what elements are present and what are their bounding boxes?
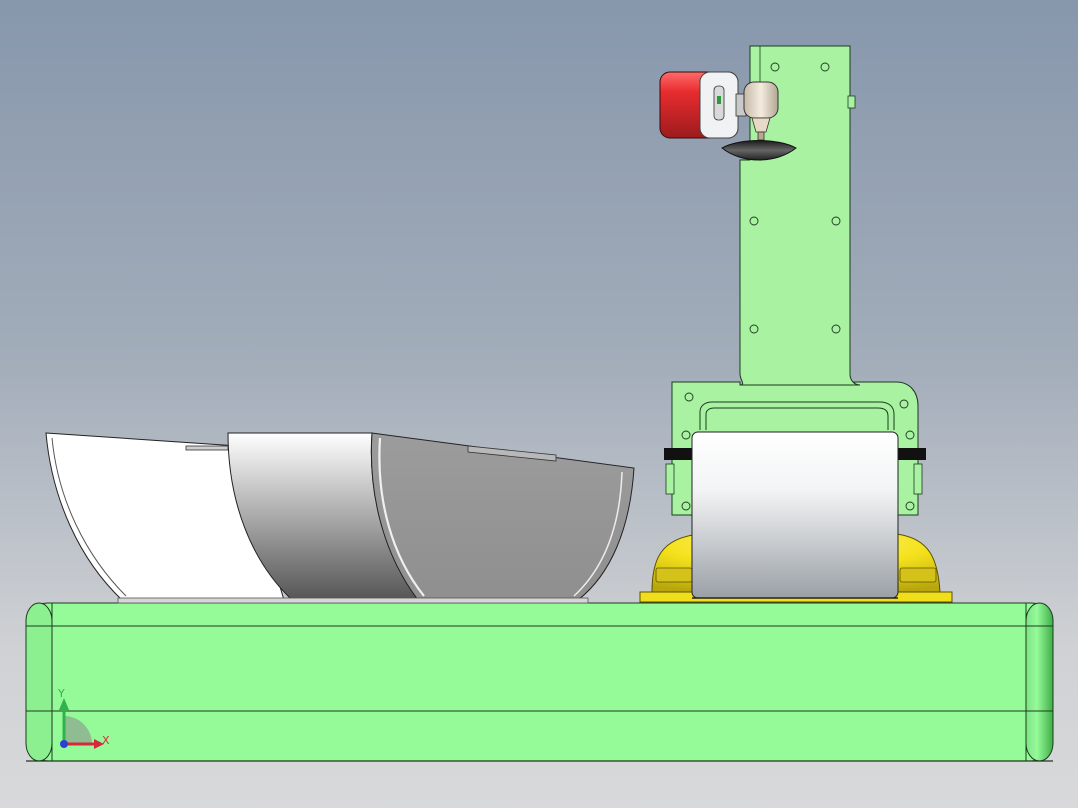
axis-x-label: X xyxy=(102,734,110,747)
cad-viewport[interactable]: Y X xyxy=(0,0,1078,808)
axis-z-dot xyxy=(60,740,68,748)
motor[interactable] xyxy=(659,71,747,139)
bowl-feet xyxy=(117,597,589,604)
model-drawing xyxy=(25,45,1054,762)
axis-y-label: Y xyxy=(58,687,65,700)
base-plate[interactable] xyxy=(25,602,1054,762)
roller-drum[interactable] xyxy=(691,431,899,599)
bowl-dark[interactable] xyxy=(370,432,635,601)
